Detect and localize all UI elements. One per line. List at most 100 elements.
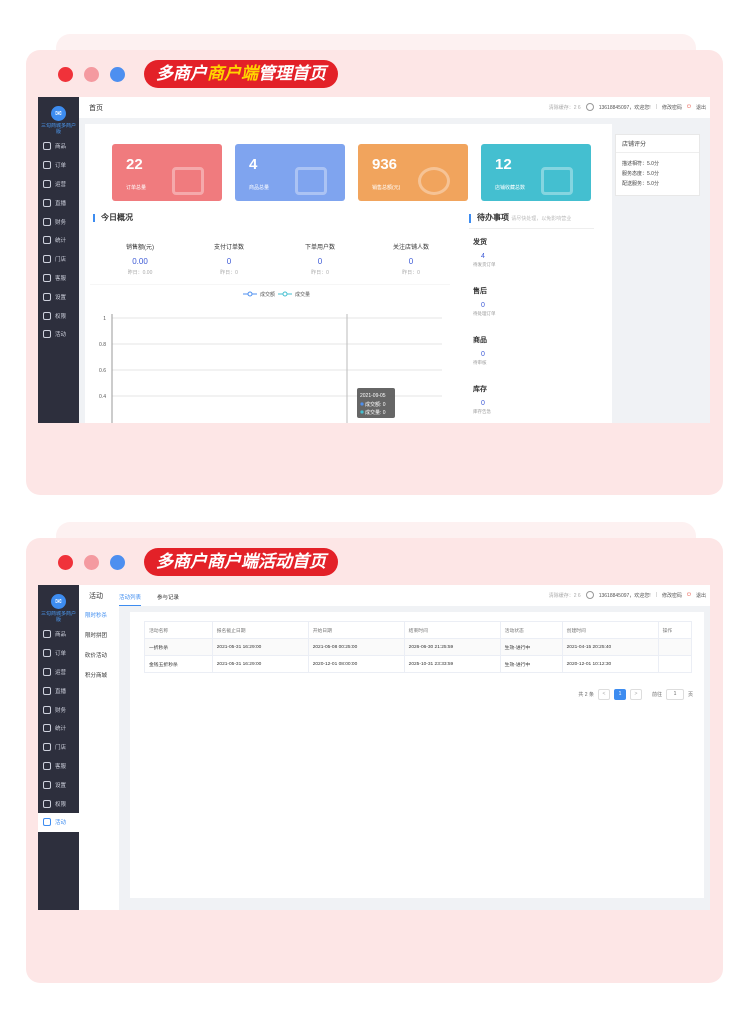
sidebar-item-activity[interactable]: 活动	[38, 812, 79, 832]
sidebar-item-activity[interactable]: 活动	[38, 325, 79, 344]
activity-table: 活动名称 报名截止日期 开始日期 结束时间 活动状态 创建时间 操作 一折秒杀 …	[144, 621, 693, 673]
stat-card-sales[interactable]: 936 销售总额(元)	[358, 144, 468, 201]
subnav-bargain[interactable]: 砍价活动	[79, 646, 119, 666]
sidebar-item-permission[interactable]: 权限	[38, 306, 79, 325]
showcase-card-activity: 多商户商户端活动首页 ✉ 三勾商城多商户版 商品 订单 运营 直播 财务 统计 …	[26, 538, 723, 983]
sidebar-item-label: 商品	[55, 144, 67, 151]
sidebar-item-store[interactable]: 门店	[38, 738, 79, 757]
y-tick: 0.6	[99, 368, 106, 374]
rating-row: 配送服务：5.0分	[622, 181, 659, 187]
cell: 生效-进行中	[499, 655, 563, 673]
prev-page-button[interactable]: <	[597, 689, 610, 700]
page-title: 活动	[89, 593, 103, 600]
todo-count: 4	[481, 253, 485, 260]
sidebar-item-finance[interactable]: 财务	[38, 212, 79, 231]
svg-text:成交量: 成交量	[295, 291, 310, 298]
stat-card-orders[interactable]: 22 订单总量	[112, 144, 222, 201]
sidebar: ✉ 三勾商城多商户版 商品 订单 运营 直播 财务 统计 门店 客服 设置 权限…	[38, 97, 79, 423]
todo-aftersale[interactable]: 售后 0 待处理订单	[473, 286, 543, 317]
next-page-button[interactable]: >	[629, 689, 642, 700]
goto-page-input[interactable]: 1	[665, 689, 684, 700]
sidebar-item-goods[interactable]: 商品	[38, 625, 79, 644]
kpi-value: 0	[408, 257, 414, 266]
card-title-pill: 多商户商户端管理首页	[144, 60, 338, 88]
kpi-label: 销售额(元)	[126, 245, 154, 251]
sidebar-item-orders[interactable]: 订单	[38, 644, 79, 663]
clear-cache-link[interactable]: 清除缓存：2 6	[549, 104, 581, 111]
cell: 2025-10-31 23:33:59	[403, 655, 501, 673]
sidebar-item-label: 运营	[55, 669, 67, 676]
orders-icon	[43, 649, 51, 658]
user-icon	[585, 103, 594, 111]
col-header: 操作	[657, 621, 693, 639]
sidebar-item-operation[interactable]: 运营	[38, 175, 79, 194]
store-rating-panel: 店铺评分 描述相符：5.0分 服务态度：5.0分 配送服务：5.0分	[615, 134, 700, 196]
stat-card-goods[interactable]: 4 商品总量	[235, 144, 345, 201]
clear-cache-link[interactable]: 清除缓存：2 6	[549, 592, 581, 599]
dashboard-main: 22 订单总量 4 商品总量 936 销售总额(元) 12 店铺收藏总数 今日概况 销售…	[85, 124, 612, 423]
sidebar-item-stats[interactable]: 统计	[38, 231, 79, 250]
sidebar-item-label: 统计	[55, 238, 67, 245]
kpi-sales: 销售额(元) 0.00 昨日：0.00	[95, 242, 185, 276]
subnav-group-buy[interactable]: 限时拼团	[79, 626, 119, 646]
operation-icon	[43, 667, 51, 676]
gift-icon	[43, 330, 51, 339]
cell	[657, 655, 693, 673]
col-header: 开始日期	[307, 621, 405, 639]
sidebar-item-settings[interactable]: 设置	[38, 287, 79, 306]
page-1-button[interactable]: 1	[613, 689, 626, 700]
rating-title: 店铺评分	[616, 135, 699, 153]
page-title: 首页	[89, 104, 103, 112]
sidebar-item-label: 门店	[55, 257, 67, 264]
dashboard-screenshot: ✉ 三勾商城多商户版 商品 订单 运营 直播 财务 统计 门店 客服 设置 权限…	[38, 97, 710, 423]
sidebar-item-orders[interactable]: 订单	[38, 156, 79, 175]
todo-ship[interactable]: 发货 4 待发货订单	[473, 237, 543, 268]
top-bar: 首页 清除缓存：2 6 13618845097，欢迎您! | 修改密码 ⏻ 退出	[79, 97, 710, 118]
sidebar-item-permission[interactable]: 权限	[38, 794, 79, 813]
sidebar-item-label: 订单	[55, 651, 67, 658]
logout-link[interactable]: 退出	[696, 592, 706, 599]
change-password-link[interactable]: 修改密码	[662, 592, 682, 599]
sidebar-item-stats[interactable]: 统计	[38, 719, 79, 738]
svg-text:2021-09-05: 2021-09-05	[360, 393, 386, 399]
sidebar-item-live[interactable]: 直播	[38, 193, 79, 212]
tab-participation-records[interactable]: 参与记录	[157, 593, 179, 601]
stat-card-favorites[interactable]: 12 店铺收藏总数	[481, 144, 591, 201]
sidebar-item-live[interactable]: 直播	[38, 681, 79, 700]
sidebar-item-store[interactable]: 门店	[38, 250, 79, 269]
red-dot	[58, 555, 73, 570]
col-header: 报名截止日期	[211, 621, 309, 639]
sidebar-item-service[interactable]: 客服	[38, 757, 79, 776]
todo-goods[interactable]: 商品 0 待审核	[473, 335, 543, 366]
activity-subnav: 限时秒杀 限时拼团 砍价活动 积分商城	[79, 585, 119, 910]
table-row[interactable]: 一折秒杀 2021-05-31 16:29:00 2021-05-08 00:2…	[144, 638, 693, 656]
sidebar-item-operation[interactable]: 运营	[38, 663, 79, 682]
kpi-yesterday: 昨日：0.00	[127, 270, 153, 276]
sidebar-item-label: 权限	[55, 801, 67, 808]
shop-logo-icon: ✉	[51, 594, 66, 609]
sidebar-item-label: 商品	[55, 632, 67, 639]
kpi-yesterday: 昨日：0	[220, 270, 238, 276]
todo-stock[interactable]: 库存 0 库存告急	[473, 384, 543, 415]
sidebar-item-finance[interactable]: 财务	[38, 700, 79, 719]
table-row[interactable]: 金钱五折秒杀 2021-05-31 16:29:00 2020-12-01 08…	[144, 655, 693, 673]
sidebar-item-service[interactable]: 客服	[38, 269, 79, 288]
logout-link[interactable]: 退出	[696, 104, 706, 111]
tab-activity-list[interactable]: 活动列表	[119, 593, 142, 606]
sidebar-item-goods[interactable]: 商品	[38, 137, 79, 156]
sidebar-item-label: 客服	[55, 275, 67, 282]
subnav-points-mall[interactable]: 积分商城	[79, 666, 119, 686]
window-dots	[58, 555, 125, 570]
page-unit: 页	[687, 692, 693, 698]
svg-text:成交额: 成交额	[260, 291, 275, 298]
power-icon: ⏻	[687, 104, 691, 110]
brand-name: 三勾商城多商户版	[40, 123, 76, 135]
change-password-link[interactable]: 修改密码	[662, 104, 682, 111]
window-dots	[58, 67, 125, 82]
todo-sub: 待审核	[473, 360, 487, 365]
coin-icon	[418, 167, 450, 195]
shield-icon	[43, 311, 51, 320]
subnav-flash-sale[interactable]: 限时秒杀	[79, 606, 119, 626]
sidebar-item-settings[interactable]: 设置	[38, 775, 79, 794]
todo-hint: 请尽快处理，以免影响营业	[511, 216, 572, 222]
